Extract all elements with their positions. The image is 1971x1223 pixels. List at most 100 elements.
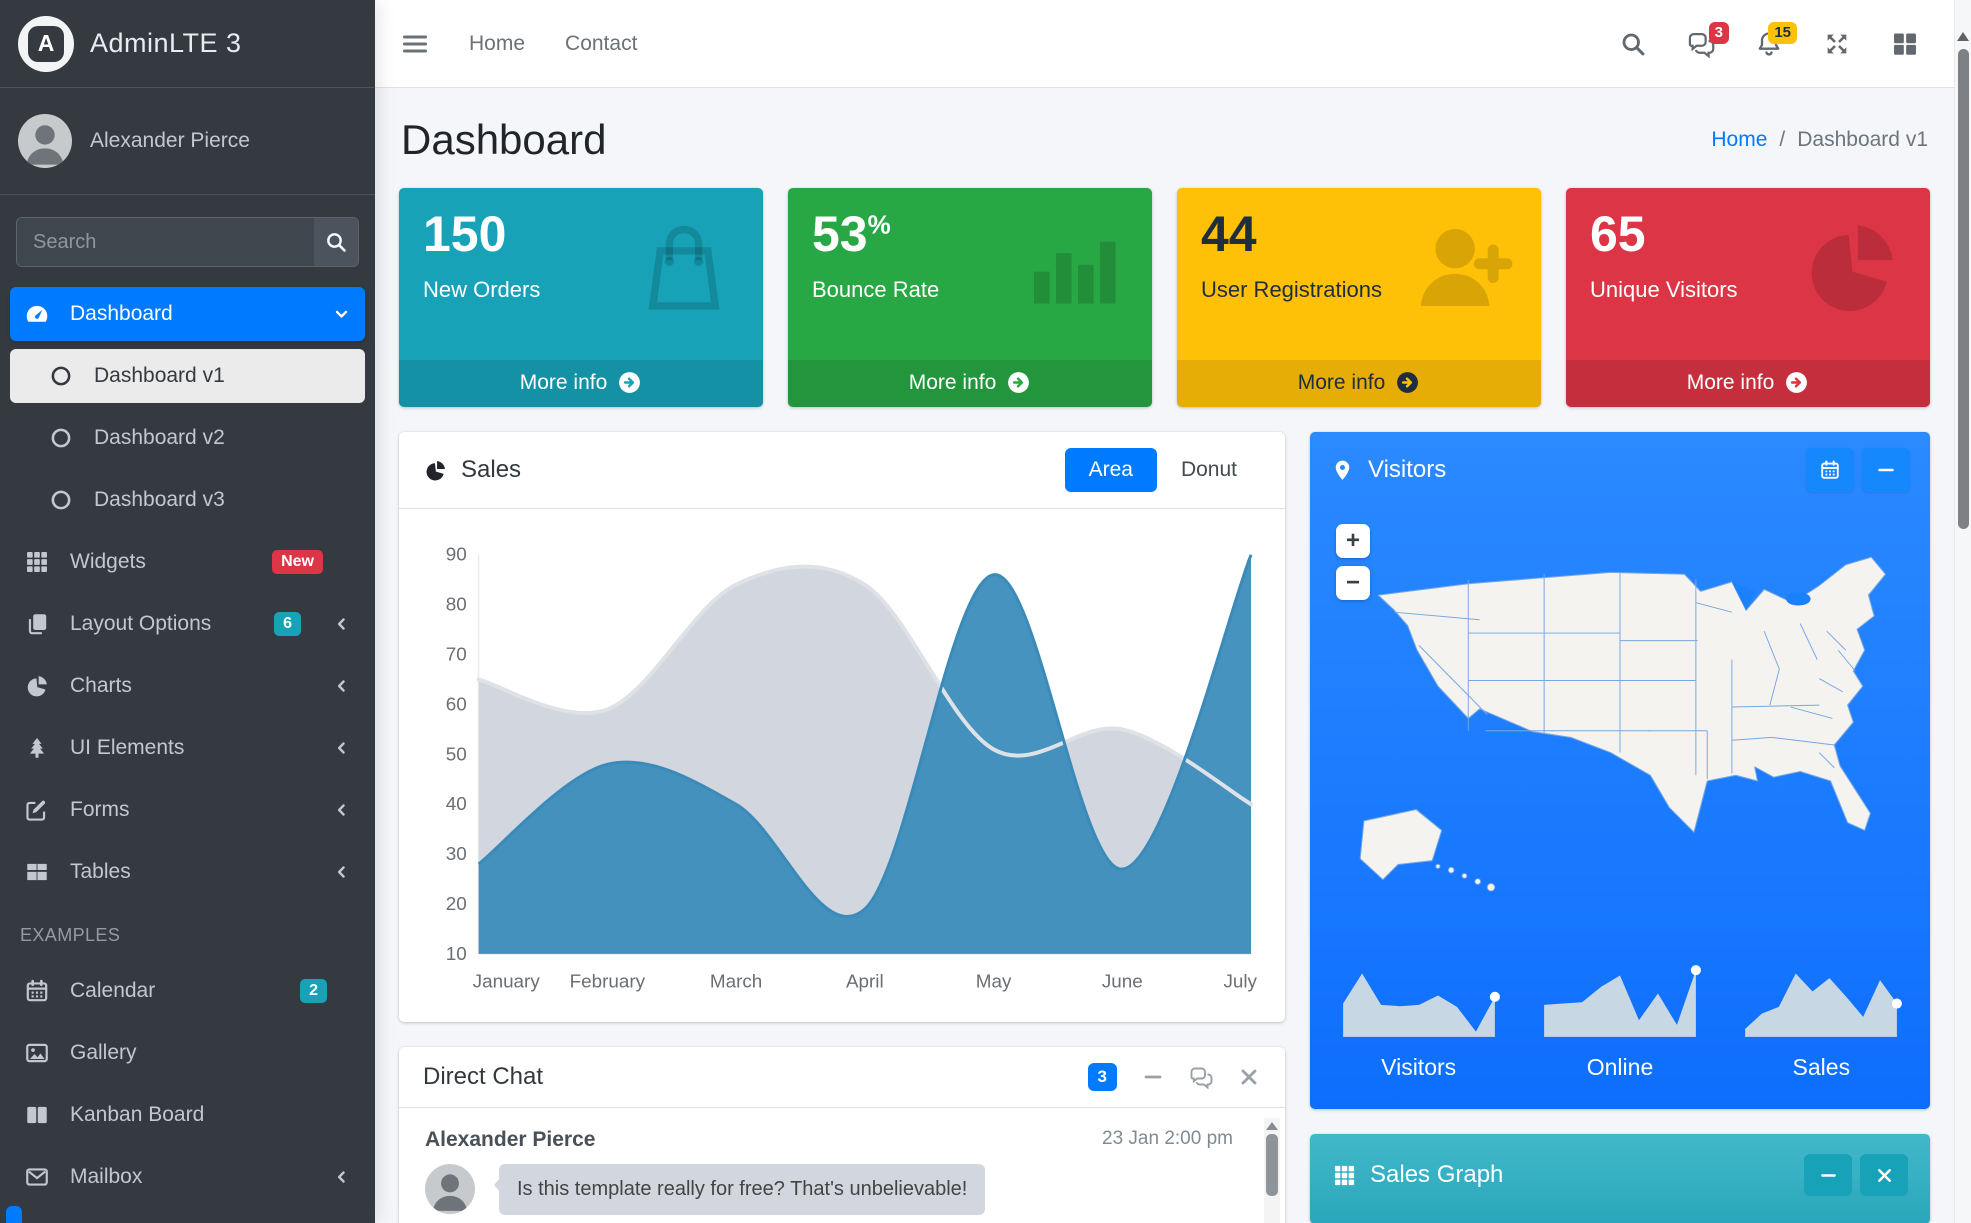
navbar-search[interactable] — [1619, 30, 1647, 58]
map-zoom-in-button[interactable]: + — [1336, 524, 1370, 558]
sidebar-link-forms[interactable]: Forms — [10, 783, 365, 837]
sparkline-chart — [1735, 958, 1907, 1044]
page-scrollbar[interactable] — [1954, 0, 1971, 1223]
th-grid-icon — [1332, 1163, 1357, 1188]
scrollbar-thumb[interactable] — [1958, 49, 1969, 529]
navbar-messages-badge: 3 — [1709, 22, 1729, 44]
sidebar-item-tables: Tables — [10, 845, 365, 899]
sidebar-section-header: EXAMPLES — [10, 907, 365, 956]
sidebar-item-widgets: WidgetsNew — [10, 535, 365, 589]
close-button[interactable] — [1237, 1065, 1261, 1089]
direct-chat-title: Direct Chat — [423, 1063, 543, 1091]
sidebar-overflow-item — [6, 1206, 22, 1223]
calendar-icon — [1819, 459, 1841, 481]
more-info-label: More info — [1298, 371, 1386, 395]
sales-graph-collapse-button[interactable] — [1804, 1154, 1852, 1196]
brand-link[interactable]: A AdminLTE 3 — [0, 0, 375, 88]
sidebar-link-gallery[interactable]: Gallery — [10, 1026, 365, 1080]
navbar-notifications[interactable]: 15 — [1755, 30, 1783, 58]
visitors-collapse-button[interactable] — [1862, 448, 1910, 492]
more-info-link[interactable]: More info — [788, 360, 1152, 407]
sidebar-item-ui-elements: UI Elements — [10, 721, 365, 775]
usa-map-svg[interactable] — [1326, 510, 1914, 942]
sidebar-link-widgets[interactable]: WidgetsNew — [10, 535, 365, 589]
sidebar-search-button[interactable] — [314, 218, 358, 266]
sidebar-link-dashboard[interactable]: Dashboard — [10, 287, 365, 341]
sidebar-item-calendar: Calendar2 — [10, 964, 365, 1018]
map-zoom-controls: + − — [1336, 524, 1370, 600]
visitors-calendar-button[interactable] — [1806, 448, 1854, 492]
more-info-link[interactable]: More info — [1177, 360, 1541, 407]
sidebar-link-ui-elements[interactable]: UI Elements — [10, 721, 365, 775]
user-panel: Alexander Pierce — [0, 88, 375, 195]
collapse-button[interactable] — [1141, 1065, 1165, 1089]
sidebar-item-mailbox: Mailbox — [10, 1150, 365, 1204]
adminlte-logo-icon: A — [18, 16, 74, 72]
user-avatar[interactable] — [18, 114, 72, 168]
breadcrumb-home-link[interactable]: Home — [1711, 128, 1767, 152]
sidebar-item-label: Layout Options — [70, 612, 211, 636]
navbar-control-sidebar[interactable] — [1891, 30, 1919, 58]
shopping-bag-icon — [629, 212, 739, 322]
sales-graph-tools — [1804, 1154, 1908, 1196]
map-marker-icon — [1330, 458, 1355, 483]
more-info-link[interactable]: More info — [399, 360, 763, 407]
chat-scrollbar[interactable] — [1264, 1118, 1280, 1223]
direct-chat-header: Direct Chat 3 — [399, 1047, 1285, 1108]
svg-text:April: April — [846, 971, 884, 992]
sidebar-item-label: Widgets — [70, 550, 146, 574]
info-box-body: 150New Orders — [399, 188, 763, 360]
more-info-label: More info — [909, 371, 997, 395]
more-info-link[interactable]: More info — [1566, 360, 1930, 407]
navbar-fullscreen[interactable] — [1823, 30, 1851, 58]
navbar-link-home[interactable]: Home — [469, 32, 525, 56]
sidebar-item-label: UI Elements — [70, 736, 184, 760]
sidebar-link-layout-options[interactable]: Layout Options6 — [10, 597, 365, 651]
chat-contacts-button[interactable] — [1189, 1065, 1213, 1089]
sidebar-link-calendar[interactable]: Calendar2 — [10, 964, 365, 1018]
sidebar-link-dashboard-v3[interactable]: Dashboard v3 — [10, 473, 365, 527]
sidebar-item-layout-options: Layout Options6 — [10, 597, 365, 651]
sidebar-link-tables[interactable]: Tables — [10, 845, 365, 899]
svg-text:June: June — [1102, 971, 1143, 992]
expand-arrows-icon — [1823, 30, 1851, 58]
usa-map: + − — [1326, 510, 1914, 942]
sidebar-link-dashboard-v1[interactable]: Dashboard v1 — [10, 349, 365, 403]
sidebar-link-dashboard-v2[interactable]: Dashboard v2 — [10, 411, 365, 465]
image-icon — [24, 1040, 54, 1066]
tab-area[interactable]: Area — [1065, 448, 1157, 492]
brand-title: AdminLTE 3 — [90, 28, 242, 59]
map-zoom-out-button[interactable]: − — [1336, 566, 1370, 600]
navbar-link-contact[interactable]: Contact — [565, 32, 637, 56]
bar-chart-icon — [1018, 212, 1128, 322]
sales-graph-header: Sales Graph — [1310, 1134, 1930, 1216]
calendar-icon — [24, 978, 54, 1004]
sidebar-link-kanban-board[interactable]: Kanban Board — [10, 1088, 365, 1142]
sparklines-row: VisitorsOnlineSales — [1310, 942, 1930, 1109]
pie-chart-icon — [24, 673, 54, 699]
scrollbar-up-arrow[interactable] — [1957, 32, 1969, 41]
sparkline-online: Online — [1519, 958, 1720, 1081]
sales-graph-close-button[interactable] — [1860, 1154, 1908, 1196]
sidebar-search-input[interactable] — [17, 218, 314, 266]
sidebar-link-mailbox[interactable]: Mailbox — [10, 1150, 365, 1204]
chat-messages-badge: 3 — [1088, 1063, 1117, 1091]
navbar-messages[interactable]: 3 — [1687, 30, 1715, 58]
sidebar-item-dashboard-v3: Dashboard v3 — [10, 473, 365, 527]
content-wrapper: Dashboard Home / Dashboard v1 150New Ord… — [375, 88, 1954, 1223]
sidebar-badge: 2 — [300, 979, 327, 1003]
sidebar-toggle-button[interactable] — [401, 30, 429, 58]
tab-donut[interactable]: Donut — [1157, 448, 1261, 492]
breadcrumb-current: Dashboard v1 — [1797, 128, 1928, 152]
edit-icon — [24, 797, 54, 823]
main-sidebar: A AdminLTE 3 Alexander Pierce Dashboard D… — [0, 0, 375, 1223]
columns-icon — [24, 1102, 54, 1128]
info-box-bounce-rate: 53%Bounce RateMore info — [788, 188, 1152, 407]
direct-chat-card: Direct Chat 3 Alexander Pierce 23 Jan 2:… — [399, 1047, 1285, 1223]
user-name[interactable]: Alexander Pierce — [90, 129, 250, 153]
search-icon — [324, 230, 348, 254]
info-box-unique-visitors: 65Unique VisitorsMore info — [1566, 188, 1930, 407]
sidebar-item-label: Tables — [70, 860, 131, 884]
sidebar-link-charts[interactable]: Charts — [10, 659, 365, 713]
sidebar-item-label: Dashboard — [70, 302, 173, 326]
